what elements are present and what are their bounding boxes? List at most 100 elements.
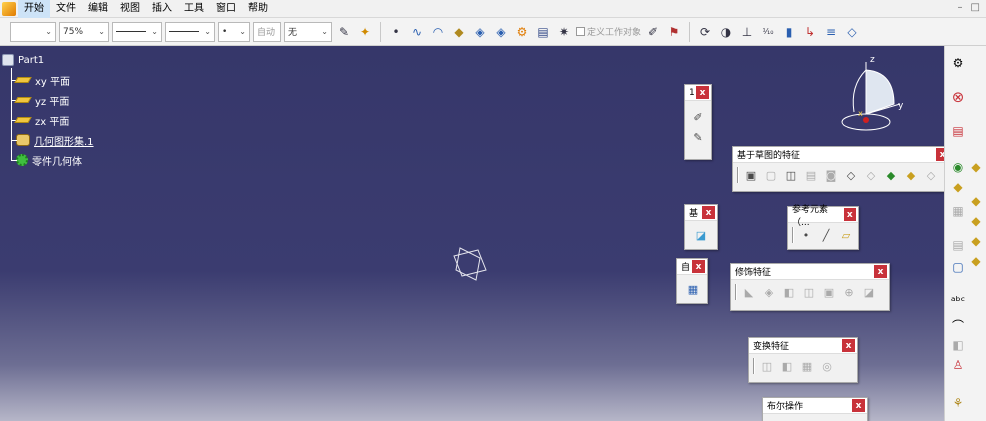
eraser-icon[interactable]: ◆ xyxy=(450,23,468,41)
stack-icon[interactable]: ≡ xyxy=(822,23,840,41)
menu-edit[interactable]: 编辑 xyxy=(82,0,114,18)
tree-item-xy-plane[interactable]: xy 平面 xyxy=(2,70,94,90)
tree-item-part-body[interactable]: 零件几何体 xyxy=(2,150,94,170)
menu-insert[interactable]: 插入 xyxy=(146,0,178,18)
palette-title-bar[interactable]: 基于草图的特征 x xyxy=(733,147,951,163)
thread-icon[interactable]: ⊕ xyxy=(841,284,857,300)
3d-viewport[interactable]: Part1 xy 平面 yz 平面 zx 平面 几何图形集.1 零件几何体 z … xyxy=(0,46,952,421)
removed-loft-icon[interactable]: ◇ xyxy=(923,167,939,183)
plane-icon[interactable]: ▱ xyxy=(838,227,854,243)
graph-icon[interactable]: ↳ xyxy=(801,23,819,41)
surface-icon[interactable]: ◠ xyxy=(429,23,447,41)
groove-icon[interactable]: ▤ xyxy=(803,167,819,183)
pattern-icon[interactable]: ▦ xyxy=(799,358,815,374)
catalog-icon[interactable]: ◧ xyxy=(949,336,967,354)
close-button[interactable]: x xyxy=(702,206,715,219)
shaft-icon[interactable]: ◫ xyxy=(783,167,799,183)
auto-combo[interactable]: 自动 xyxy=(253,21,281,42)
star-icon[interactable]: ✷ xyxy=(555,23,573,41)
mirror-icon[interactable]: ◧ xyxy=(779,358,795,374)
maximize-button[interactable]: □ xyxy=(971,2,980,13)
menu-view[interactable]: 视图 xyxy=(114,0,146,18)
translate-icon[interactable]: ◫ xyxy=(759,358,775,374)
solid-yellow-icon[interactable]: ◆ xyxy=(967,252,985,270)
measure-icon[interactable]: ⅒ xyxy=(759,23,777,41)
remove-face-icon[interactable]: ◪ xyxy=(861,284,877,300)
hole-icon[interactable]: ◙ xyxy=(823,167,839,183)
palette-grip[interactable] xyxy=(737,167,739,183)
eraser2-icon[interactable]: ◇ xyxy=(843,23,861,41)
paint-icon[interactable]: ✦ xyxy=(356,23,374,41)
sketch-icon[interactable]: ✐ xyxy=(690,109,706,125)
solid2-icon[interactable]: ◈ xyxy=(492,23,510,41)
minimize-button[interactable]: – xyxy=(958,2,963,13)
tree-root[interactable]: Part1 xyxy=(2,50,94,70)
auto-fillet-icon[interactable]: ▦ xyxy=(685,281,701,297)
stiffener-icon[interactable]: ◆ xyxy=(883,167,899,183)
solid-yellow-icon[interactable]: ◆ xyxy=(967,158,985,176)
loft-icon[interactable]: ◆ xyxy=(903,167,919,183)
tools-icon[interactable]: ⚘ xyxy=(949,394,967,412)
update-icon[interactable]: ⚑ xyxy=(665,23,683,41)
frame-icon[interactable]: ▢ xyxy=(949,258,967,276)
point-icon[interactable]: • xyxy=(387,23,405,41)
palette-title-bar[interactable]: 自 x xyxy=(677,259,707,275)
globe-icon[interactable]: ◉ xyxy=(949,158,967,176)
surface-base-icon[interactable]: ◪ xyxy=(693,227,709,243)
tree-item-yz-plane[interactable]: yz 平面 xyxy=(2,90,94,110)
palette-title-bar[interactable]: 1 x xyxy=(685,85,711,101)
fillet-icon[interactable]: ◣ xyxy=(741,284,757,300)
menu-tools[interactable]: 工具 xyxy=(178,0,210,18)
close-button[interactable]: x xyxy=(874,265,887,278)
solid-icon[interactable]: ◈ xyxy=(471,23,489,41)
palette-title-bar[interactable]: 布尔操作 x xyxy=(763,398,867,414)
refresh-icon[interactable]: ⟳ xyxy=(696,23,714,41)
close-button[interactable]: x xyxy=(843,208,856,221)
slot-icon[interactable]: ◇ xyxy=(863,167,879,183)
close-button[interactable]: x xyxy=(852,399,865,412)
line-type-combo[interactable]: ⌄ xyxy=(112,21,162,42)
solid-yellow-icon[interactable]: ◆ xyxy=(967,192,985,210)
layer-icon[interactable]: ▦ xyxy=(949,202,967,220)
palette-title-bar[interactable]: 变换特征 x xyxy=(749,338,857,354)
draft-icon[interactable]: ◧ xyxy=(781,284,797,300)
compass-widget[interactable]: z y x xyxy=(836,52,916,142)
book-icon[interactable]: ▤ xyxy=(534,23,552,41)
sketch-icon[interactable]: ✐ xyxy=(644,23,662,41)
settings-icon[interactable]: ⚙ xyxy=(949,54,967,72)
zoom-combo[interactable]: 75% ⌄ xyxy=(59,21,109,42)
menu-file[interactable]: 文件 xyxy=(50,0,82,18)
palette-grip[interactable] xyxy=(735,284,737,300)
point-style-combo[interactable]: • ⌄ xyxy=(218,21,250,42)
rib-icon[interactable]: ◇ xyxy=(843,167,859,183)
close-button[interactable]: x xyxy=(692,260,705,273)
palette-grip[interactable] xyxy=(753,358,755,374)
positioned-sketch-icon[interactable]: ✎ xyxy=(690,129,706,145)
pad-icon[interactable]: ▣ xyxy=(743,167,759,183)
line-weight-combo[interactable]: ⌄ xyxy=(165,21,215,42)
solid-yellow-icon[interactable]: ◆ xyxy=(967,212,985,230)
palette-title-bar[interactable]: 基 x xyxy=(685,205,717,221)
exit-workbench-icon[interactable]: ⊗ xyxy=(949,88,967,106)
brush-icon[interactable]: ✎ xyxy=(335,23,353,41)
define-work-object-checkbox[interactable]: 定义工作对象 xyxy=(576,25,641,38)
tools-icon[interactable]: ⚙ xyxy=(513,23,531,41)
close-button[interactable]: x xyxy=(842,339,855,352)
color-combo[interactable]: ⌄ xyxy=(10,21,56,42)
tree-item-zx-plane[interactable]: zx 平面 xyxy=(2,110,94,130)
line-icon[interactable]: ╱ xyxy=(818,227,834,243)
menu-help[interactable]: 帮助 xyxy=(242,0,274,18)
shell-icon[interactable]: ◫ xyxy=(801,284,817,300)
menu-start[interactable]: 开始 xyxy=(18,0,50,18)
scale-icon[interactable]: ◎ xyxy=(819,358,835,374)
menu-window[interactable]: 窗口 xyxy=(210,0,242,18)
palette-title-bar[interactable]: 参考元素（... x xyxy=(788,205,858,228)
close-button[interactable]: x xyxy=(696,86,709,99)
point-icon[interactable]: • xyxy=(798,227,814,243)
solid-yellow-icon[interactable]: ◆ xyxy=(967,232,985,250)
part-body-icon[interactable]: ◆ xyxy=(949,178,967,196)
tree-item-geometry-set[interactable]: 几何图形集.1 xyxy=(2,130,94,150)
spline-icon[interactable]: ∿ xyxy=(408,23,426,41)
palette-grip[interactable] xyxy=(792,227,794,243)
stack-icon[interactable]: ▤ xyxy=(949,236,967,254)
